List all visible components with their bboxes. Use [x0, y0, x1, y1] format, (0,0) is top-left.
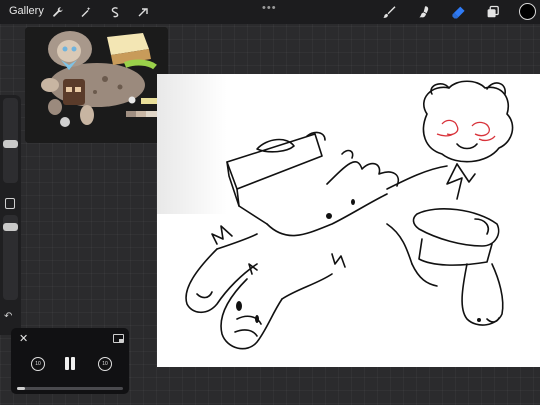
- pause-icon: [65, 357, 69, 370]
- sidebar: ↶: [0, 95, 21, 335]
- selection-icon[interactable]: [107, 4, 123, 20]
- undo-button[interactable]: ↶: [4, 311, 12, 322]
- more-menu-button[interactable]: •••: [262, 2, 277, 14]
- gallery-button[interactable]: Gallery: [9, 5, 44, 17]
- opacity-thumb[interactable]: [3, 223, 18, 231]
- skip-back-button[interactable]: 10: [31, 357, 45, 371]
- layers-icon[interactable]: [485, 4, 501, 20]
- brush-size-slider[interactable]: [3, 98, 18, 183]
- line-art-sketch: [185, 80, 514, 350]
- brush-icon[interactable]: [381, 4, 397, 20]
- skip-forward-button[interactable]: 10: [98, 357, 112, 371]
- smudge-icon[interactable]: [416, 4, 432, 20]
- reference-image: [25, 27, 168, 143]
- pause-icon-bar: [71, 357, 75, 370]
- magic-wand-icon[interactable]: [78, 4, 94, 20]
- color-picker-button[interactable]: [519, 3, 536, 20]
- reference-window[interactable]: [25, 27, 168, 143]
- drawing-canvas[interactable]: [157, 74, 540, 367]
- eraser-icon[interactable]: [450, 4, 466, 20]
- opacity-slider[interactable]: [3, 215, 18, 300]
- playback-progress-fill: [17, 387, 26, 390]
- media-player: ✕ 10 10: [11, 328, 129, 394]
- pause-button[interactable]: [64, 357, 76, 370]
- modify-button[interactable]: [5, 198, 15, 209]
- transform-icon[interactable]: [135, 4, 151, 20]
- playback-progress-bar[interactable]: [17, 387, 123, 390]
- close-player-button[interactable]: ✕: [19, 332, 28, 345]
- brush-size-thumb[interactable]: [3, 140, 18, 148]
- wrench-icon[interactable]: [50, 4, 66, 20]
- top-toolbar: Gallery •••: [0, 0, 540, 24]
- picture-in-picture-icon[interactable]: [113, 334, 124, 343]
